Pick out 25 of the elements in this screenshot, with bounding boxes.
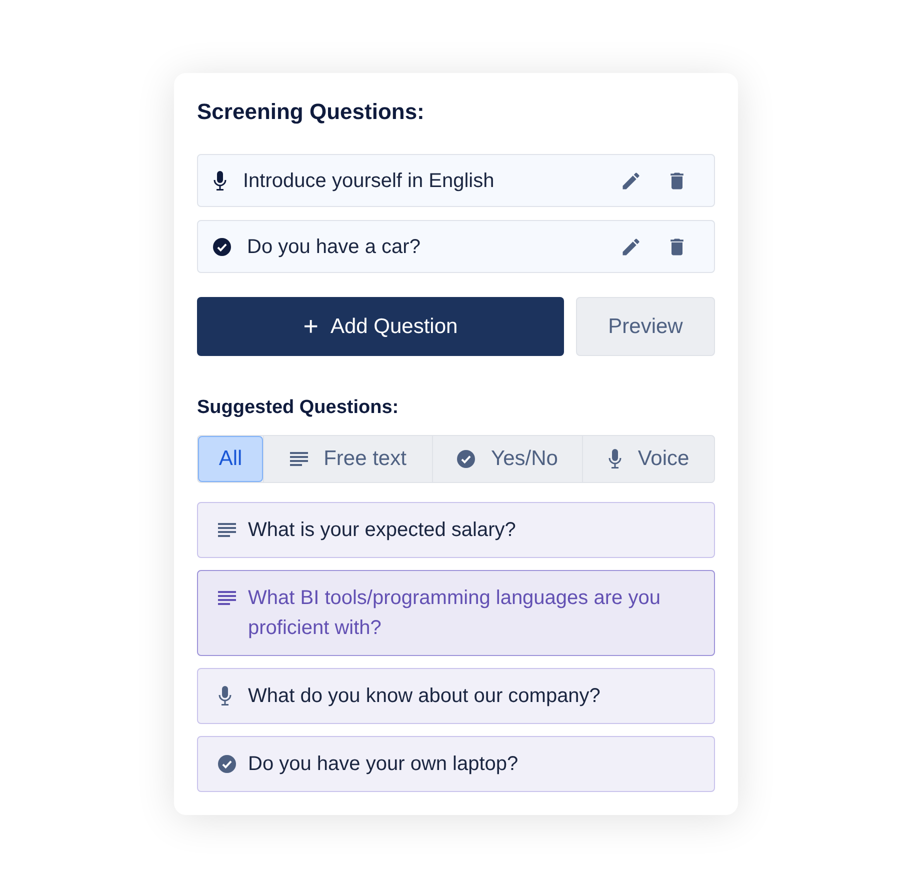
section-title: Suggested Questions: bbox=[197, 396, 400, 420]
add-question-button[interactable]: + Add Question bbox=[197, 297, 564, 356]
check-circle-icon bbox=[213, 238, 231, 256]
section-title: Screening Questions: bbox=[197, 98, 426, 126]
filter-tab[interactable]: Yes/No bbox=[432, 436, 582, 482]
suggested-question[interactable]: Do you have your own laptop? bbox=[197, 736, 715, 792]
suggested-question[interactable]: What do you know about our company? bbox=[197, 668, 715, 724]
preview-button[interactable]: Preview bbox=[576, 297, 715, 356]
filter-tab[interactable]: Voice bbox=[582, 436, 714, 482]
text-lines-icon bbox=[290, 452, 308, 466]
suggested-question[interactable]: What is your expected salary? bbox=[197, 502, 715, 558]
microphone-icon bbox=[213, 170, 227, 190]
suggested-question[interactable]: What BI tools/programming languages are you proficient with? bbox=[197, 570, 715, 656]
question-text: Do you have a car? bbox=[247, 234, 422, 260]
pencil-icon bbox=[620, 170, 642, 192]
filter-tab[interactable]: All bbox=[198, 436, 263, 482]
microphone-icon bbox=[608, 449, 622, 469]
text-lines-icon bbox=[218, 591, 236, 605]
check-circle-icon bbox=[218, 755, 236, 773]
check-circle-icon bbox=[457, 450, 476, 468]
microphone-icon bbox=[218, 686, 232, 706]
pencil-icon bbox=[620, 236, 642, 258]
filter-tab[interactable]: Free text bbox=[263, 436, 432, 482]
text-lines-icon bbox=[218, 523, 236, 537]
question-text: Introduce yourself in English bbox=[243, 168, 496, 194]
